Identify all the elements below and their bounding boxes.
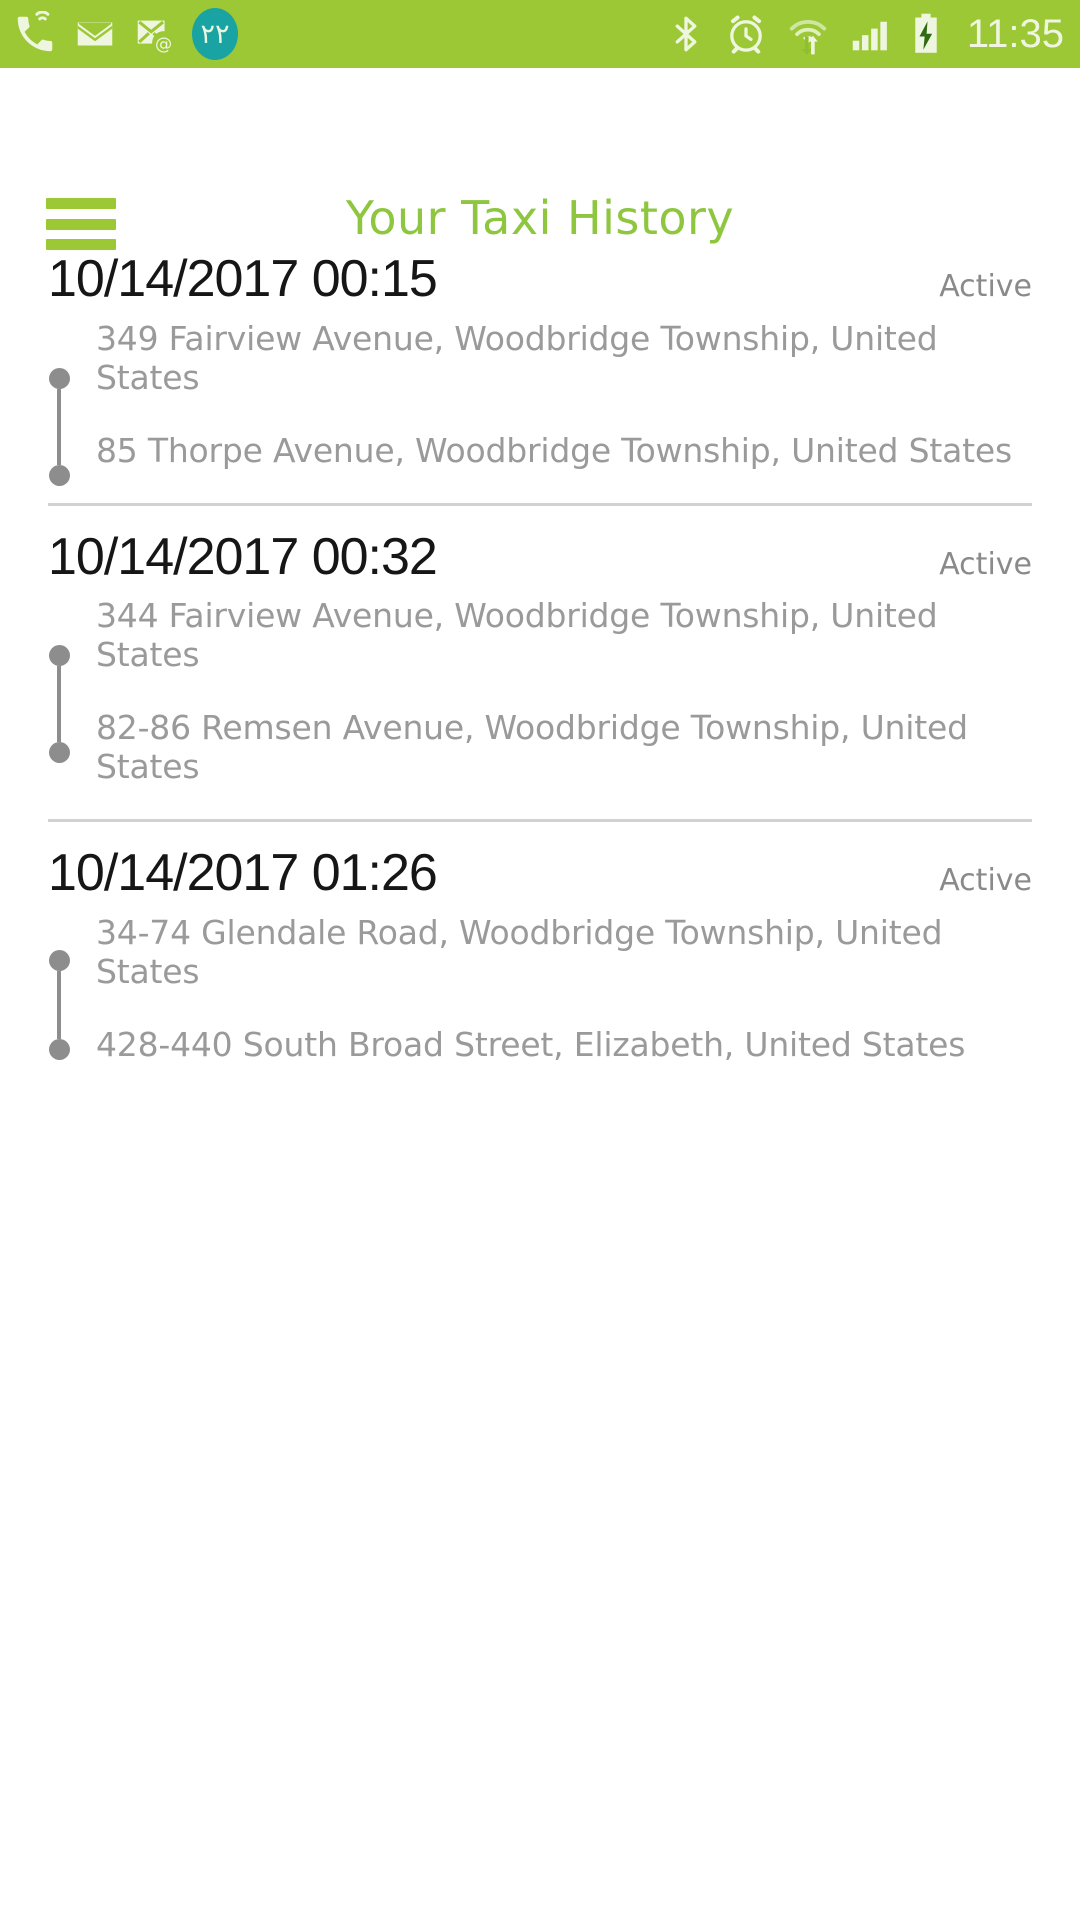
notification-count-value: ٢٢: [200, 18, 230, 50]
status-bar-left-icons: @ ٢٢: [12, 8, 238, 60]
dropoff-dot-icon: [48, 464, 70, 486]
route-marker-icon: [48, 367, 70, 486]
cellular-signal-icon: [847, 11, 893, 57]
route-marker-icon: [48, 949, 70, 1060]
envelope-icon: [72, 11, 118, 57]
trip-route: 344 Fairview Avenue, Woodbridge Township…: [48, 587, 1032, 803]
taxi-history-list: 10/14/2017 00:15 Active 349 Fairview Ave…: [0, 228, 1080, 1081]
status-bar: @ ٢٢ 11:35: [0, 0, 1080, 68]
bluetooth-icon: [665, 11, 707, 57]
trip-datetime: 10/14/2017 01:26: [48, 844, 438, 903]
trip-route: 34-74 Glendale Road, Woodbridge Township…: [48, 904, 1032, 1081]
pickup-address: 34-74 Glendale Road, Woodbridge Township…: [96, 912, 943, 991]
trip-status-badge: Active: [939, 546, 1032, 582]
trip-datetime: 10/14/2017 00:32: [48, 527, 438, 586]
trip-history-item[interactable]: 10/14/2017 00:32 Active 344 Fairview Ave…: [0, 506, 1080, 804]
trip-header: 10/14/2017 00:32 Active: [48, 506, 1032, 588]
dropoff-dot-icon: [48, 742, 70, 764]
svg-text:@: @: [155, 35, 172, 55]
dropoff-dot-icon: [48, 1038, 70, 1060]
app-bar: Your Taxi History: [0, 68, 1080, 250]
alarm-clock-icon: [723, 11, 769, 57]
pickup-address: 349 Fairview Avenue, Woodbridge Township…: [96, 318, 938, 397]
dropoff-address: 82-86 Remsen Avenue, Woodbridge Township…: [96, 708, 968, 787]
status-bar-right-icons: 11:35: [665, 11, 1064, 57]
route-connector-line: [57, 666, 61, 743]
trip-history-item[interactable]: 10/14/2017 00:15 Active 349 Fairview Ave…: [0, 228, 1080, 487]
battery-charging-icon: [909, 11, 943, 57]
route-marker-icon: [48, 645, 70, 764]
dropoff-address: 85 Thorpe Avenue, Woodbridge Township, U…: [96, 430, 1012, 470]
status-bar-clock: 11:35: [966, 12, 1064, 56]
pickup-dot-icon: [48, 645, 70, 667]
pickup-dot-icon: [48, 367, 70, 389]
trip-history-item[interactable]: 10/14/2017 01:26 Active 34-74 Glendale R…: [0, 822, 1080, 1081]
notification-count-badge: ٢٢: [192, 8, 238, 60]
trip-route: 349 Fairview Avenue, Woodbridge Township…: [48, 310, 1032, 487]
pickup-dot-icon: [48, 949, 70, 971]
email-sync-icon: @: [132, 11, 178, 57]
route-connector-line: [57, 970, 61, 1039]
trip-datetime: 10/14/2017 00:15: [48, 250, 438, 308]
missed-call-wifi-icon: [12, 10, 58, 57]
wifi-data-transfer-icon: [785, 11, 831, 57]
pickup-address: 344 Fairview Avenue, Woodbridge Township…: [96, 596, 938, 675]
dropoff-address: 428-440 South Broad Street, Elizabeth, U…: [96, 1024, 966, 1064]
trip-header: 10/14/2017 00:15 Active: [48, 228, 1032, 310]
trip-status-badge: Active: [939, 269, 1032, 304]
route-connector-line: [57, 388, 61, 465]
trip-status-badge: Active: [939, 863, 1032, 899]
trip-header: 10/14/2017 01:26 Active: [48, 822, 1032, 904]
